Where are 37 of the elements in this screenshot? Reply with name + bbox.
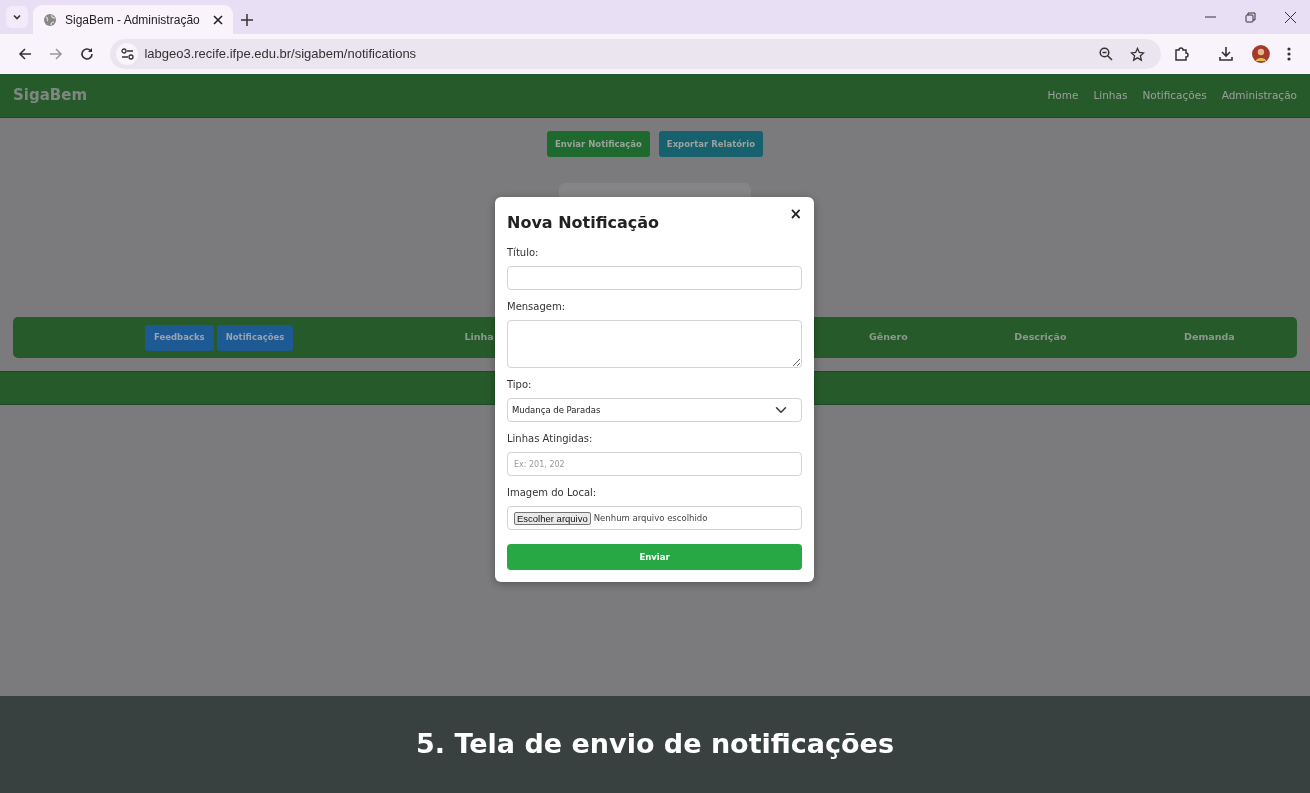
select-field[interactable]: Mudança de Paradas <box>507 398 802 422</box>
submit-button[interactable]: Enviar <box>507 544 802 571</box>
file-status-text: Nenhum arquivo escolhido <box>593 511 708 525</box>
input-field[interactable] <box>507 266 802 290</box>
choose-file-button[interactable]: Escolher arquivo <box>514 511 591 525</box>
column-header: Gênero <box>868 330 909 345</box>
caption-text: 5. Tela de envio de notificações <box>416 727 894 762</box>
textarea-field[interactable] <box>507 320 802 368</box>
site-settings-icon[interactable] <box>116 43 139 65</box>
column-header: Linha <box>464 330 494 345</box>
column-header: Demanda <box>1183 330 1236 345</box>
field-label: Mensagem: <box>507 300 567 314</box>
nav-link[interactable]: Home <box>1047 87 1079 104</box>
field-label: Linhas Atingidas: <box>507 432 594 446</box>
tab-button[interactable]: Notificações <box>216 324 294 351</box>
field-label: Tipo: <box>507 378 533 392</box>
tab-list-button[interactable] <box>6 6 28 28</box>
avatar-icon[interactable] <box>1252 45 1271 63</box>
tab-title: SigaBem - Administração <box>65 11 201 29</box>
input-field[interactable]: Ex: 201, 202 <box>507 452 802 476</box>
nav-link[interactable]: Linhas <box>1093 87 1128 104</box>
nav-link[interactable]: Notificações <box>1142 87 1207 104</box>
field-label: Título: <box>507 246 540 260</box>
brand-logo[interactable]: SigaBem <box>13 84 88 107</box>
tab-button[interactable]: Feedbacks <box>145 324 214 351</box>
close-button[interactable]: × <box>789 207 802 222</box>
nav-link[interactable]: Administração <box>1221 87 1297 104</box>
chevron-down-icon <box>12 12 22 22</box>
globe-icon <box>43 12 57 27</box>
browser-tab[interactable]: SigaBem - Administração <box>33 5 233 34</box>
close-tab-icon[interactable] <box>213 14 223 25</box>
export-button[interactable]: Exportar Relatório <box>658 131 763 157</box>
column-header: Descrição <box>1013 330 1068 345</box>
file-field[interactable]: Escolher arquivo Nenhum arquivo escolhido <box>507 506 802 530</box>
field-label: Imagem do Local: <box>507 486 598 500</box>
modal-title: Nova Notificação <box>507 212 660 234</box>
send-notification-button[interactable]: Enviar Notificação <box>547 131 650 157</box>
